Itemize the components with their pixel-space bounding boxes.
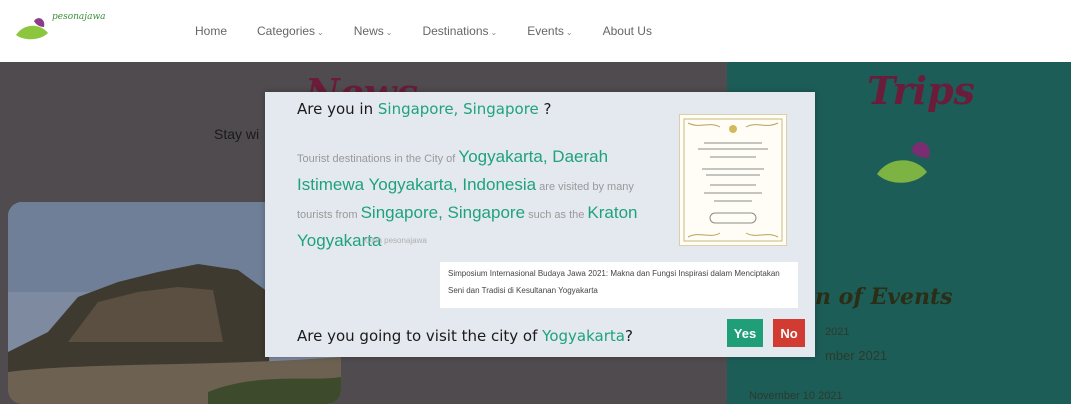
- nav-news[interactable]: News ⌄: [354, 24, 393, 38]
- description-text: such as the: [525, 209, 588, 221]
- question-text: Are you in: [297, 100, 378, 118]
- visit-city[interactable]: Yogyakarta: [542, 327, 625, 345]
- nav-events[interactable]: Events ⌄: [527, 24, 572, 38]
- events-title: n of Events: [815, 284, 953, 310]
- nav-label: Categories: [257, 24, 316, 38]
- location-popup: Are you in Singapore, Singapore ? Touris…: [265, 92, 815, 357]
- nav-label: Events: [527, 24, 564, 38]
- nav-destinations[interactable]: Destinations ⌄: [422, 24, 497, 38]
- pesonajawa-leaf-icon: [877, 142, 930, 183]
- event-date[interactable]: 2021: [825, 326, 849, 338]
- yes-button[interactable]: Yes: [727, 319, 763, 347]
- event-date[interactable]: mber 2021: [825, 348, 887, 363]
- trips-title: Trips: [867, 68, 975, 113]
- author-credit: Oleh pesonajawa: [365, 236, 427, 245]
- question-text: Are you going to visit the city of: [297, 327, 543, 345]
- chevron-down-icon: ⌄: [385, 28, 393, 37]
- chevron-down-icon: ⌄: [490, 28, 498, 37]
- site-header: pesonajawa Home Categories ⌄ News ⌄ Destin…: [0, 0, 1071, 63]
- description-text: Tourist destinations in the City of: [297, 153, 459, 165]
- question-text: ?: [538, 100, 552, 118]
- detected-location[interactable]: Singapore, Singapore: [378, 100, 539, 118]
- chevron-down-icon: ⌄: [565, 28, 573, 37]
- logo-text: pesonajawa: [52, 12, 106, 22]
- nav-label: About Us: [602, 24, 652, 38]
- event-date[interactable]: November 10 2021: [749, 390, 843, 402]
- event-caption[interactable]: Simposium Internasional Budaya Jawa 2021…: [440, 262, 798, 308]
- nav-categories[interactable]: Categories ⌄: [257, 24, 324, 38]
- origin-link[interactable]: Singapore, Singapore: [361, 203, 525, 222]
- news-subtitle: Stay wi: [214, 126, 260, 142]
- location-question: Are you in Singapore, Singapore ?: [297, 100, 552, 118]
- event-poster-image[interactable]: [679, 114, 787, 246]
- nav-home[interactable]: Home: [195, 24, 227, 38]
- question-text: ?: [624, 327, 633, 345]
- destination-description: Tourist destinations in the City of Yogy…: [297, 144, 647, 256]
- no-button[interactable]: No: [773, 319, 805, 347]
- main-nav: Home Categories ⌄ News ⌄ Destinations ⌄ Eve…: [195, 24, 682, 38]
- nav-label: Destinations: [422, 24, 489, 38]
- visit-question: Are you going to visit the city of Yogya…: [297, 327, 633, 345]
- nav-label: Home: [195, 24, 228, 38]
- nav-label: News: [353, 24, 384, 38]
- nav-about-us[interactable]: About Us: [603, 24, 652, 38]
- chevron-down-icon: ⌄: [317, 28, 324, 37]
